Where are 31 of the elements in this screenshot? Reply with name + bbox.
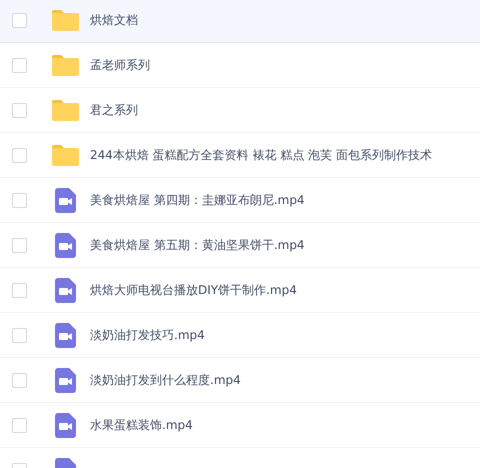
video-file-icon [54,232,76,258]
file-name: 美食烘焙屋 第五期：黄油坚果饼干.mp4 [90,236,305,254]
video-file-icon [54,278,76,302]
folder-icon [52,99,78,121]
file-name: 美食烘焙屋 第四期：圭娜亚布朗尼.mp4 [90,192,305,208]
video-file-icon [54,188,76,212]
video-file-icon [54,322,76,348]
video-file-icon [54,368,76,392]
file-name: 君之系列 [90,102,138,118]
file-name: 烘焙文档 [90,12,138,28]
checkbox[interactable] [12,238,27,252]
folder-icon [52,54,78,76]
file-name: 淡奶油打发技巧.mp4 [90,326,205,344]
checkbox[interactable] [12,148,27,162]
file-name: 水果蛋糕装饰.mp4 [90,416,193,434]
checkbox[interactable] [12,328,27,342]
checkbox[interactable] [12,282,27,298]
checkbox[interactable] [12,372,27,388]
folder-icon [52,144,78,166]
file-name: 244本烘焙 蛋糕配方全套资料 裱花 糕点 泡芙 面包系列制作技术 [90,146,432,164]
file-name: 孟老师系列 [90,56,150,74]
checkbox[interactable] [12,192,27,208]
checkbox[interactable] [12,102,27,118]
video-file-icon [54,412,76,438]
checkbox[interactable] [12,58,27,72]
file-row[interactable]: 烘焙文档 [0,0,480,43]
file-name: 烘焙大师电视台播放DIY饼干制作.mp4 [90,282,297,298]
checkbox[interactable] [12,418,27,432]
folder-icon [52,9,78,31]
file-name: 淡奶油打发到什么程度.mp4 [90,372,241,388]
checkbox[interactable] [12,12,27,28]
